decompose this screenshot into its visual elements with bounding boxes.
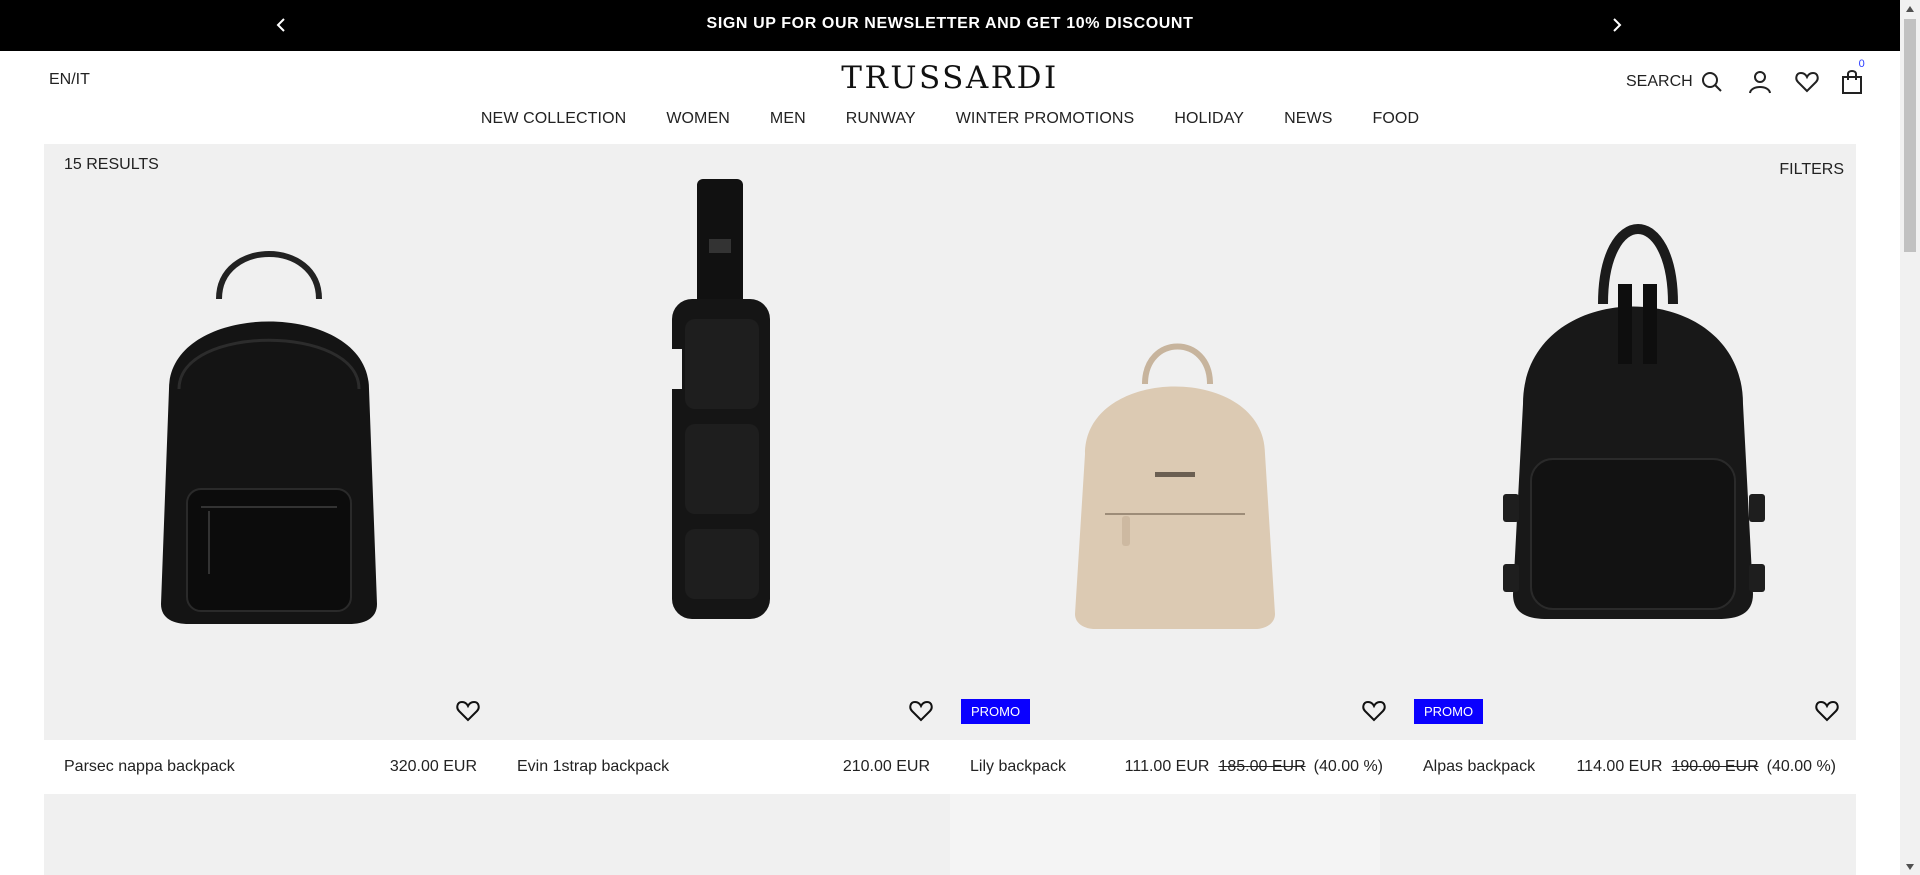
nav-food[interactable]: FOOD <box>1372 110 1419 128</box>
product-price: 111.00 EUR <box>1124 757 1210 775</box>
product-card: PROMO Lily backpack 111.00 EUR 185.00 EU… <box>950 144 1403 793</box>
product-grid-next-row <box>44 794 1856 875</box>
brand-logo[interactable]: TRUSSARDI <box>0 60 1900 96</box>
search-button[interactable]: SEARCH <box>1626 71 1723 93</box>
announcement-bar: SIGN UP FOR OUR NEWSLETTER AND GET 10% D… <box>0 0 1900 51</box>
product-info: Parsec nappa backpack 320.00 EUR <box>44 740 497 793</box>
backpack-image <box>672 179 770 619</box>
product-image[interactable] <box>497 144 950 740</box>
bag-count-badge: 0 <box>1858 58 1865 70</box>
search-icon <box>1701 72 1722 92</box>
main-nav: NEW COLLECTION WOMEN MEN RUNWAY WINTER P… <box>0 110 1900 128</box>
triangle-up-icon <box>1906 5 1914 12</box>
product-old-price: 190.00 EUR <box>1671 757 1759 775</box>
product-image-placeholder <box>950 794 1380 875</box>
add-to-wishlist-button[interactable] <box>1815 700 1839 727</box>
nav-runway[interactable]: RUNWAY <box>846 110 916 128</box>
product-card: Evin 1strap backpack 210.00 EUR <box>497 144 950 793</box>
product-name[interactable]: Alpas backpack <box>1423 758 1576 776</box>
backpack-image <box>161 251 377 624</box>
product-image[interactable] <box>950 144 1403 740</box>
product-image[interactable] <box>1403 144 1856 740</box>
product-price: 320.00 EUR <box>389 757 477 775</box>
scroll-up-button[interactable] <box>1900 0 1920 17</box>
product-grid: Parsec nappa backpack 320.00 EUR Evin 1s… <box>44 144 1856 793</box>
promo-badge: PROMO <box>961 699 1031 724</box>
product-discount: (40.00 %) <box>1766 757 1836 775</box>
product-card: Parsec nappa backpack 320.00 EUR <box>44 144 497 793</box>
product-name[interactable]: Lily backpack <box>970 758 1125 776</box>
heart-icon <box>1362 700 1386 722</box>
account-button[interactable] <box>1748 70 1772 94</box>
heart-icon <box>909 700 933 722</box>
nav-winter-promotions[interactable]: WINTER PROMOTIONS <box>956 110 1135 128</box>
add-to-wishlist-button[interactable] <box>456 700 480 727</box>
product-discount: (40.00 %) <box>1313 757 1383 775</box>
search-label: SEARCH <box>1626 73 1693 90</box>
add-to-wishlist-button[interactable] <box>909 700 933 727</box>
add-to-wishlist-button[interactable] <box>1362 700 1386 727</box>
product-info: Alpas backpack 114.00 EUR 190.00 EUR (40… <box>1403 740 1856 793</box>
shopping-bag-button[interactable]: 0 <box>1841 58 1865 95</box>
scroll-down-button[interactable] <box>1900 858 1920 875</box>
nav-news[interactable]: NEWS <box>1284 110 1332 128</box>
nav-holiday[interactable]: HOLIDAY <box>1174 110 1244 128</box>
product-listing: 15 RESULTS FILTERS Parsec nappa backpack <box>44 144 1856 794</box>
heart-icon <box>1795 71 1819 93</box>
product-name[interactable]: Parsec nappa backpack <box>64 758 390 776</box>
product-name[interactable]: Evin 1strap backpack <box>517 758 843 776</box>
announcement-next-button[interactable] <box>1606 14 1628 36</box>
product-info: Evin 1strap backpack 210.00 EUR <box>497 740 950 793</box>
nav-women[interactable]: WOMEN <box>666 110 730 128</box>
results-count: 15 RESULTS <box>64 156 159 173</box>
heart-icon <box>456 700 480 722</box>
backpack-image <box>1075 343 1275 629</box>
product-price: 210.00 EUR <box>842 757 930 775</box>
triangle-down-icon <box>1906 863 1914 870</box>
product-old-price: 185.00 EUR <box>1218 757 1306 775</box>
wishlist-button[interactable] <box>1795 71 1819 93</box>
scrollbar-thumb[interactable] <box>1904 19 1916 252</box>
filters-button[interactable]: FILTERS <box>1779 161 1844 179</box>
user-icon <box>1748 71 1771 94</box>
product-card: PROMO Alpas backpack 114.00 EUR 190.00 E… <box>1403 144 1856 793</box>
promo-badge: PROMO <box>1414 699 1484 724</box>
product-info: Lily backpack 111.00 EUR 185.00 EUR (40.… <box>950 740 1403 793</box>
nav-men[interactable]: MEN <box>770 110 806 128</box>
backpack-image <box>1503 224 1765 619</box>
page-scrollbar[interactable] <box>1900 0 1920 875</box>
shopping-bag-icon <box>1841 70 1862 94</box>
chevron-right-icon <box>1613 18 1622 32</box>
product-price: 114.00 EUR <box>1576 757 1663 775</box>
product-image[interactable] <box>44 144 497 740</box>
heart-icon <box>1815 700 1839 722</box>
header-actions: SEARCH 0 <box>1626 58 1865 97</box>
nav-new-collection[interactable]: NEW COLLECTION <box>481 110 626 128</box>
